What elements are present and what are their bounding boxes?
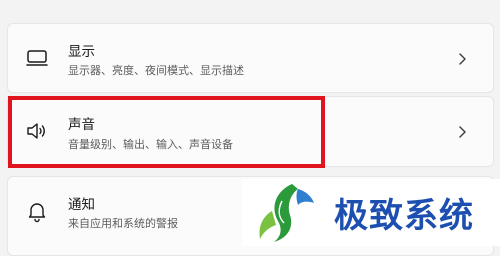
watermark: 极致系统 <box>242 179 500 246</box>
settings-item-title: 通知 <box>68 197 95 213</box>
settings-item-title: 显示 <box>68 44 95 60</box>
settings-item-title: 声音 <box>68 117 95 133</box>
settings-item-description: 显示器、亮度、夜间模式、显示描述 <box>68 64 244 77</box>
settings-item-description: 来自应用和系统的警报 <box>68 217 178 230</box>
dragon-logo-icon <box>259 184 314 242</box>
speaker-icon <box>27 123 45 139</box>
settings-item-sound[interactable]: 声音 音量级别、输出、输入、声音设备 <box>7 96 494 167</box>
chevron-right-icon <box>459 53 466 65</box>
settings-item-display[interactable]: 显示 显示器、亮度、夜间模式、显示描述 <box>7 23 494 93</box>
monitor-icon <box>26 50 48 66</box>
watermark-text: 极致系统 <box>334 196 474 236</box>
settings-item-description: 音量级别、输出、输入、声音设备 <box>68 138 233 151</box>
bell-icon <box>28 203 46 223</box>
chevron-right-icon <box>459 126 466 138</box>
